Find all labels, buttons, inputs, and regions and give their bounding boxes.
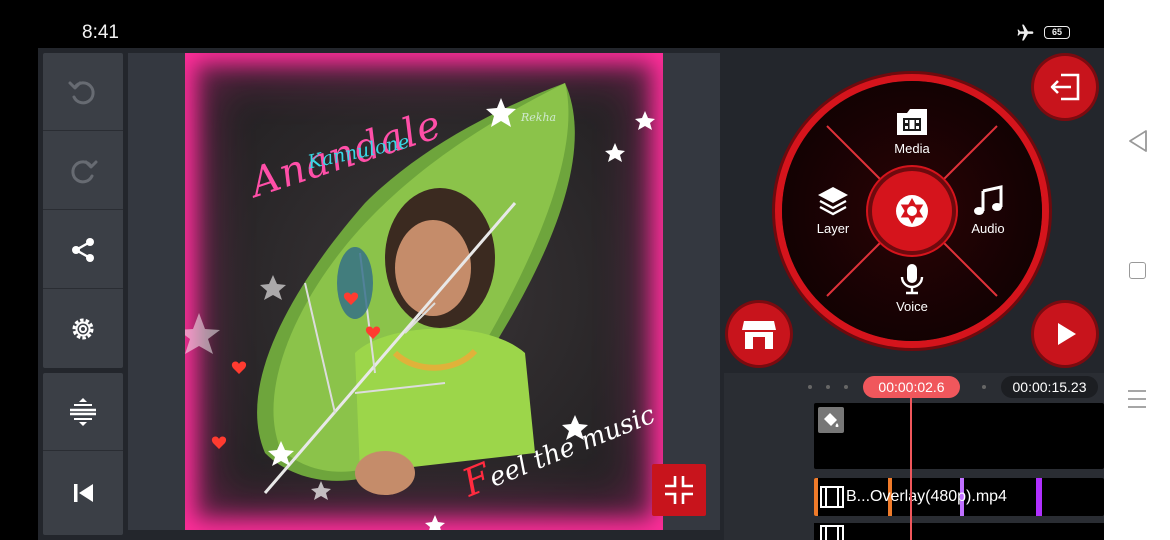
capture-button[interactable] [872,171,952,251]
status-time: 8:41 [82,22,119,43]
play-icon [1058,323,1076,345]
preview-panel: Anandale Kannulone Feel the music Rekha [128,53,720,530]
layer-button[interactable]: Layer [793,185,873,236]
settings-button[interactable] [43,290,123,368]
media-wheel: Media Layer Audio Voice [782,81,1042,341]
clip-edge-marker [814,478,818,516]
skip-to-start-button[interactable] [43,454,123,532]
back-icon[interactable] [1126,128,1150,154]
video-clip-track[interactable]: B...Overlay(480p).mp4 [814,478,1104,516]
share-icon [72,237,94,262]
signature-text: Rekha [521,111,557,124]
asset-store-button[interactable] [728,303,790,365]
timeline-tick [808,385,812,389]
film-icon [820,486,844,508]
camera-shutter-icon [896,195,928,227]
clip-filename: B...Overlay(480p).mp4 [846,488,1007,505]
status-bar: 8:41 65 [0,0,1104,48]
timeline[interactable]: 00:00:02.6 00:00:15.23 B...Overlay(480p)… [724,373,1104,540]
audio-label: Audio [971,221,1005,236]
voice-button[interactable]: Voice [872,263,952,314]
total-time: 00:00:15.23 [1001,376,1098,398]
timeline-tick [844,385,848,389]
redo-button[interactable] [43,132,123,210]
screen: 8:41 65 Anandale Kannulone Feel the musi… [0,0,1170,540]
voice-icon [900,264,924,295]
store-icon [742,321,776,349]
undo-icon [68,80,95,104]
voice-label: Voice [896,299,928,314]
home-icon[interactable] [1129,262,1146,279]
skip-to-start-icon [74,484,93,502]
layer-icon [818,187,848,216]
airplane-mode-icon [1017,24,1034,41]
recents-icon[interactable] [1126,388,1148,410]
collapse-icon [665,476,693,504]
audio-icon [974,185,1003,215]
editor-app: Anandale Kannulone Feel the music Rekha … [38,48,1104,540]
left-toolbar [43,53,123,537]
tool-group-top [43,53,123,368]
play-button[interactable] [1034,303,1096,365]
video-preview[interactable]: Anandale Kannulone Feel the music Rekha [185,53,663,530]
tool-group-bottom [43,373,123,535]
collapse-preview-button[interactable] [652,464,706,516]
share-button[interactable] [43,211,123,289]
trim-icon [70,397,96,426]
exit-icon [1050,73,1080,101]
settings-icon [72,318,94,340]
timeline-tick [982,385,986,389]
trim-button[interactable] [43,373,123,451]
layer-label: Layer [816,221,850,236]
fill-bucket-icon [824,413,839,427]
background-color-button[interactable] [818,407,844,433]
undo-button[interactable] [43,53,123,131]
media-button[interactable]: Media [872,107,952,156]
film-icon [820,525,844,540]
audio-button[interactable]: Audio [948,185,1028,236]
video-clip-track-2[interactable] [814,523,1104,540]
media-icon [897,109,927,135]
playhead[interactable] [910,395,912,540]
media-label: Media [894,141,930,156]
exit-button[interactable] [1034,56,1096,118]
clip-marker [1036,478,1042,516]
redo-icon [71,159,98,183]
battery-indicator: 65 [1044,26,1070,39]
background-track[interactable] [814,403,1104,469]
timeline-tick [826,385,830,389]
system-nav-bar [1104,0,1170,540]
